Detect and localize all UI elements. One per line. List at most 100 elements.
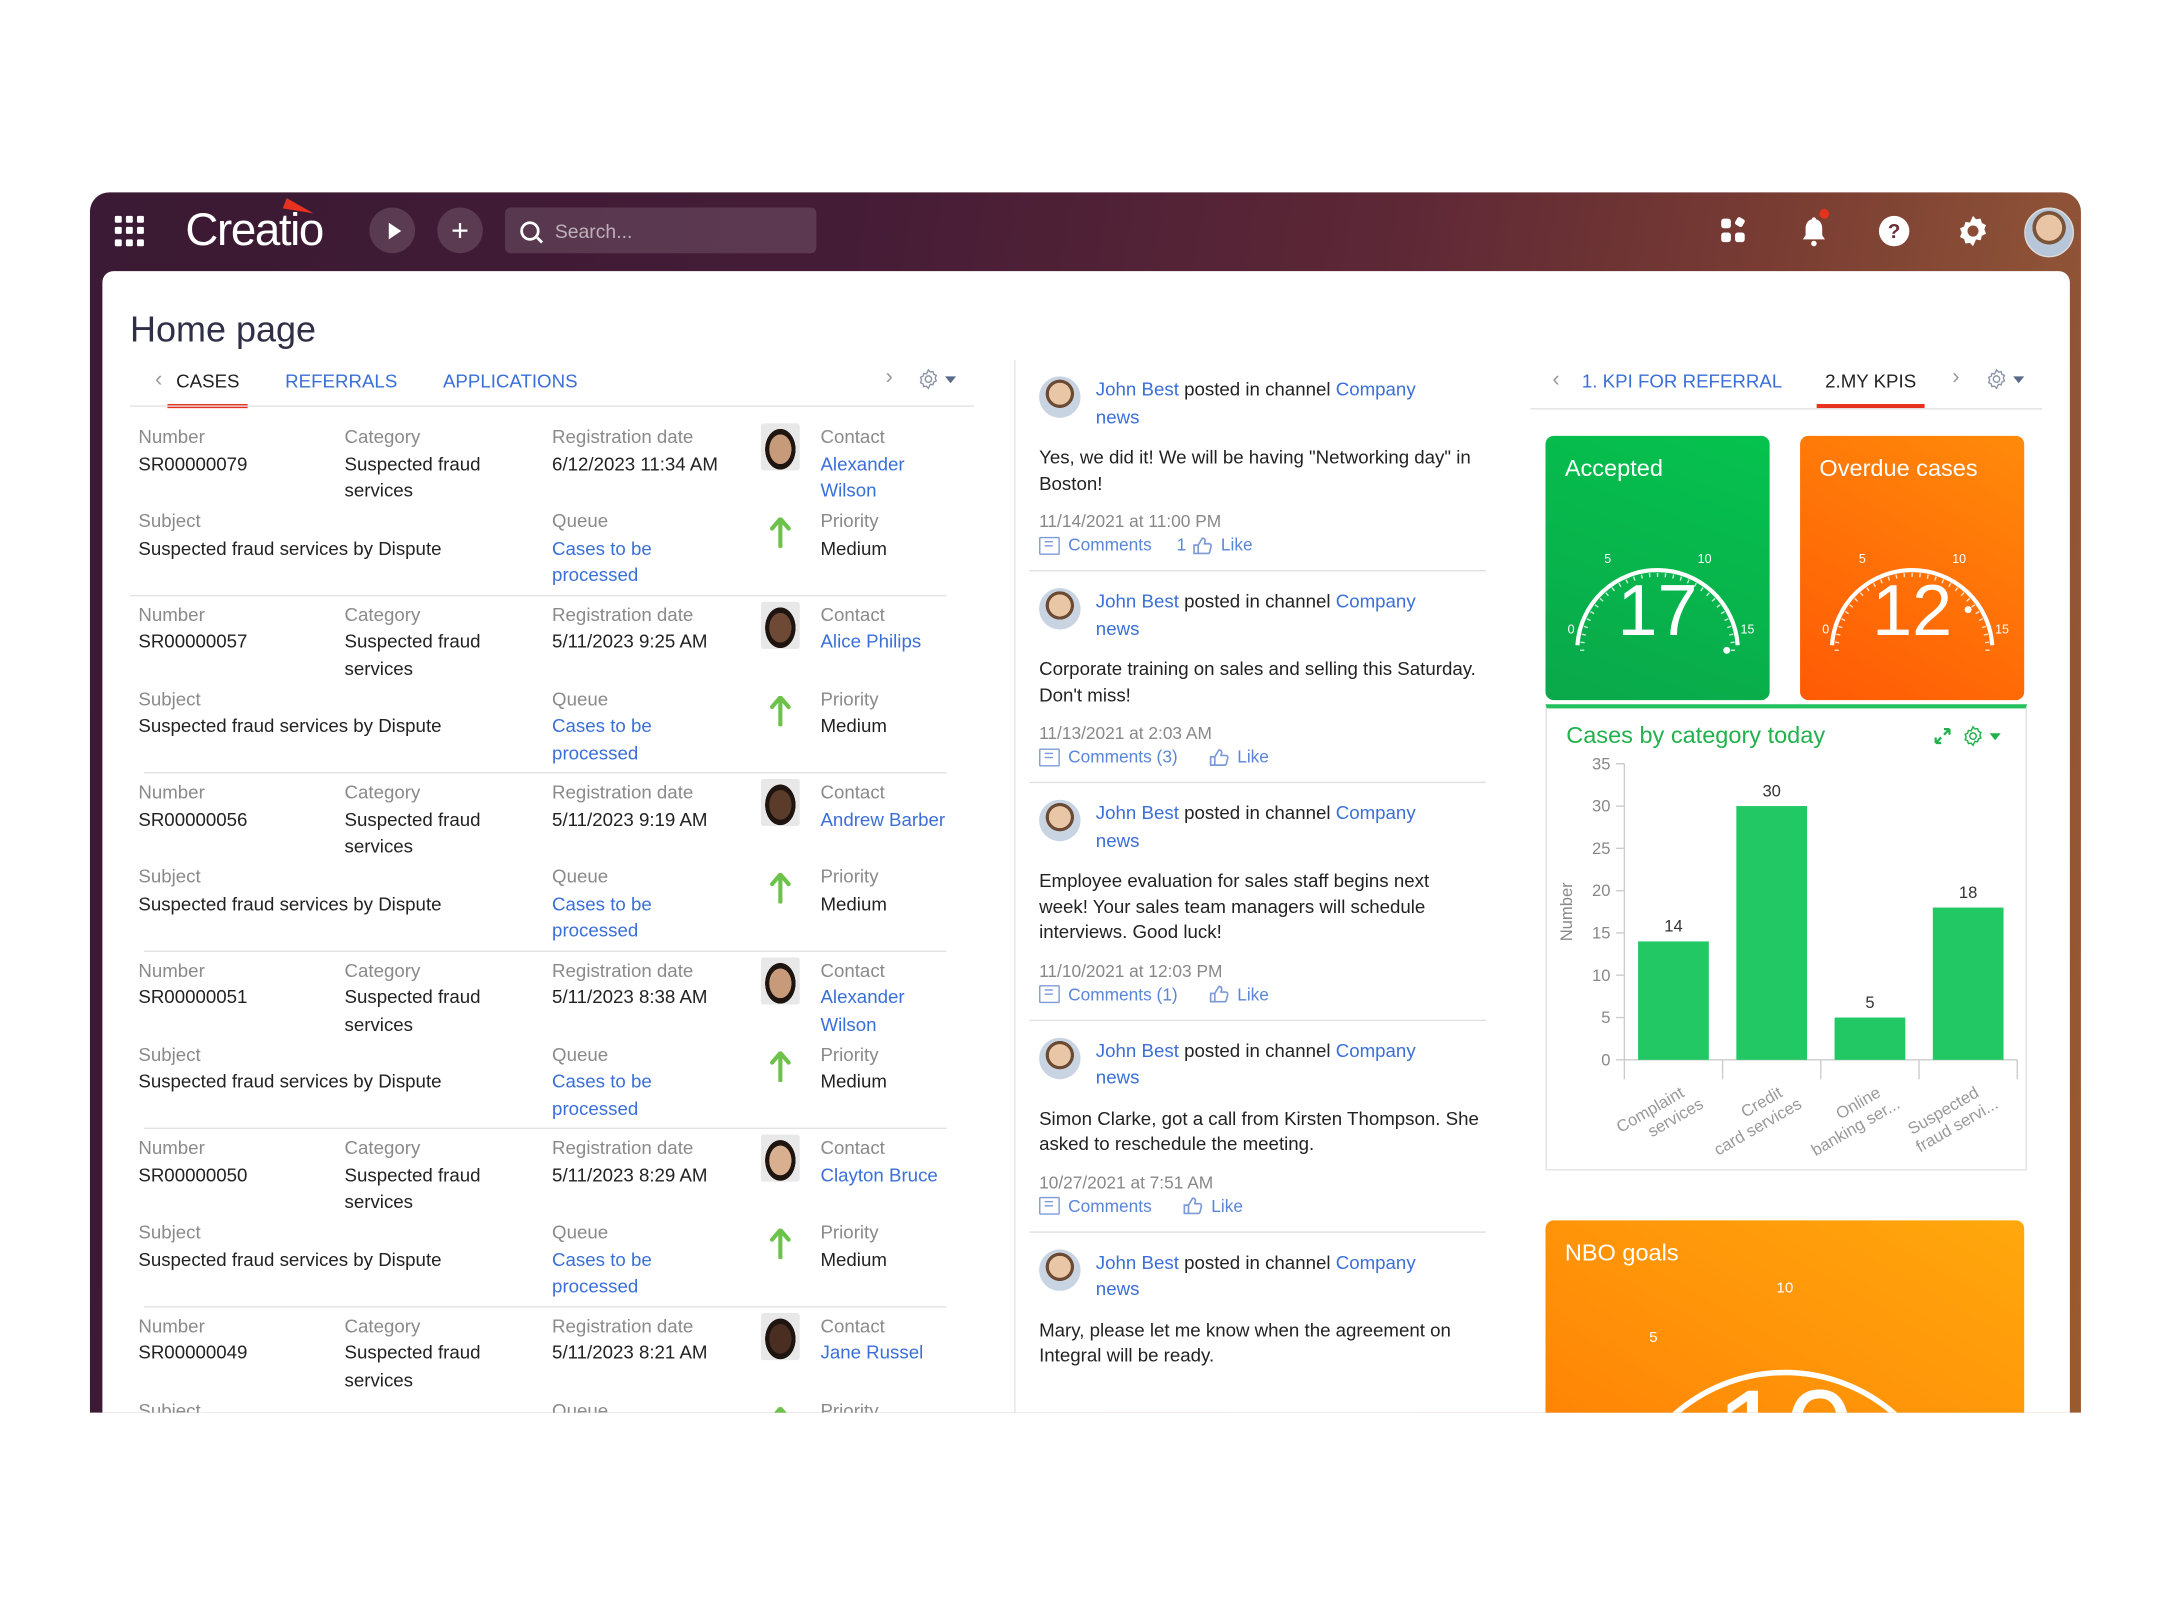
category-value: Suspected fraud services — [344, 986, 481, 1035]
queue-label: Queue — [552, 510, 609, 532]
author-avatar[interactable] — [1039, 588, 1081, 630]
user-avatar[interactable] — [2024, 207, 2075, 258]
author-link[interactable]: John Best — [1096, 1040, 1179, 1061]
tab-cases[interactable]: CASES — [167, 370, 248, 408]
author-link[interactable]: John Best — [1096, 379, 1179, 400]
registration-date-field: Registration date 5/11/2023 8:21 AM — [552, 1312, 760, 1366]
thumbs-up-icon — [1210, 985, 1229, 1003]
registration-date-value: 5/11/2023 8:21 AM — [552, 1342, 708, 1363]
contact-value[interactable]: Alice Philips — [820, 628, 958, 655]
like-button[interactable]: Like — [1203, 984, 1269, 1004]
case-row[interactable]: Number SR00000057 Category Suspected fraud … — [138, 596, 947, 774]
contact-value[interactable]: Alexander Wilson — [820, 984, 958, 1038]
widgets-button[interactable] — [1714, 212, 1753, 251]
tab-kpi-for-referral[interactable]: 1. KPI FOR REFERRAL — [1582, 370, 1782, 391]
apps-grid-icon[interactable] — [114, 215, 145, 246]
queue-value[interactable]: Cases to be processed — [552, 713, 663, 767]
post-timestamp: 11/13/2021 at 2:03 AM — [1039, 723, 1212, 743]
cases-settings-menu[interactable] — [917, 368, 957, 390]
gauge-tick — [1854, 597, 1859, 602]
number-field: Number SR00000051 — [138, 957, 332, 1011]
gauge-tick-label: 5 — [1649, 1329, 1657, 1346]
gauge-value: 17 — [1618, 571, 1698, 651]
case-row[interactable]: Number SR00000049 Category Suspected fraud … — [138, 1307, 946, 1413]
author-avatar[interactable] — [1039, 1248, 1081, 1291]
kpi-accepted[interactable]: Accepted 0 5 10 15 17 — [1545, 435, 1770, 701]
chevron-down-icon — [2013, 375, 2025, 383]
category-label: Category — [344, 426, 421, 447]
like-button[interactable]: Like — [1177, 1196, 1243, 1215]
contact-value[interactable]: Alexander Wilson — [820, 450, 958, 504]
gauge-tick — [1978, 618, 1984, 622]
gauge-value: 12 — [1872, 571, 1952, 651]
gauge-tick — [1975, 610, 1980, 615]
gauge-tick-label: 10 — [1776, 1279, 1793, 1296]
chart-title: Cases by category today — [1566, 722, 1826, 749]
author-avatar[interactable] — [1039, 376, 1081, 418]
kpi-settings-menu[interactable] — [1985, 368, 2025, 390]
gauge-tick — [1611, 587, 1616, 592]
comments-button[interactable]: Comments (1) — [1039, 984, 1178, 1004]
contact-value[interactable]: Andrew Barber — [820, 806, 958, 833]
number-value: SR00000049 — [138, 1342, 248, 1363]
settings-button[interactable] — [1954, 212, 1993, 251]
search-box[interactable] — [505, 207, 817, 254]
post-actions: Comments 1 Like — [1039, 535, 1486, 570]
gear-icon — [1960, 215, 1987, 247]
contact-value[interactable]: Clayton Bruce — [820, 1162, 958, 1189]
bar[interactable] — [1932, 907, 2004, 1060]
tabs-next-chevron-icon[interactable]: › — [886, 365, 893, 390]
comments-label: Comments — [1068, 1196, 1152, 1216]
kpi-title: NBO goals — [1564, 1239, 1679, 1266]
priority-label: Priority — [820, 1399, 879, 1413]
bar[interactable] — [1638, 941, 1709, 1060]
queue-value[interactable]: Cases to be processed — [552, 535, 663, 589]
add-button[interactable]: + — [437, 207, 483, 254]
bar[interactable] — [1736, 806, 1808, 1060]
kpi-tabs-next-chevron-icon[interactable]: › — [1952, 365, 1959, 390]
feed-post: John Best posted in channel Company news… — [1029, 360, 1486, 572]
search-icon — [520, 220, 540, 241]
queue-value[interactable]: Cases to be processed — [552, 1068, 663, 1122]
author-avatar[interactable] — [1039, 799, 1081, 842]
author-link[interactable]: John Best — [1096, 1251, 1179, 1272]
tab-applications[interactable]: APPLICATIONS — [443, 370, 578, 391]
notifications-button[interactable] — [1795, 208, 1834, 251]
kpi-overdue-cases[interactable]: Overdue cases 0 5 10 15 12 — [1800, 435, 2025, 701]
search-input[interactable] — [552, 217, 807, 243]
case-row[interactable]: Number SR00000051 Category Suspected fraud … — [138, 951, 947, 1130]
queue-value[interactable]: Cases to be processed — [552, 890, 663, 944]
kpi-tabs: ‹ 1. KPI FOR REFERRAL 2.MY KPIS — [1552, 368, 1961, 408]
priority-label: Priority — [820, 510, 879, 532]
gauge-tick — [1844, 610, 1849, 615]
like-button[interactable]: 1 Like — [1177, 535, 1253, 554]
tab-referrals[interactable]: REFERRALS — [285, 370, 397, 391]
case-row[interactable]: Number SR00000079 Category Suspected fraud … — [130, 418, 947, 596]
kpi-tabs-prev-chevron-icon[interactable]: ‹ — [1552, 368, 1559, 393]
comments-button[interactable]: Comments — [1039, 535, 1152, 555]
registration-date-label: Registration date — [552, 1137, 694, 1159]
author-avatar[interactable] — [1039, 1037, 1081, 1079]
queue-value[interactable]: Cases to be processed — [552, 1246, 663, 1300]
tabs-prev-chevron-icon[interactable]: ‹ — [155, 368, 162, 393]
post-header: John Best posted in channel Company news — [1096, 783, 1456, 854]
chart-settings-menu[interactable] — [1962, 725, 2001, 747]
contact-photo — [760, 1312, 800, 1360]
expand-icon[interactable] — [1932, 725, 1954, 747]
like-button[interactable]: Like — [1203, 747, 1269, 767]
bar[interactable] — [1834, 1017, 1906, 1060]
author-link[interactable]: John Best — [1096, 591, 1179, 612]
author-link[interactable]: John Best — [1096, 802, 1179, 823]
comments-button[interactable]: Comments — [1039, 1196, 1152, 1215]
case-row[interactable]: Number SR00000050 Category Suspected fraud … — [138, 1129, 947, 1307]
number-field: Number SR00000056 — [138, 779, 332, 833]
kpi-nbo-goals[interactable]: NBO goals 10 5 10 — [1545, 1220, 2025, 1413]
run-process-button[interactable] — [369, 207, 416, 254]
comments-button[interactable]: Comments (3) — [1039, 747, 1178, 767]
help-button[interactable]: ? — [1875, 212, 1914, 251]
case-row[interactable]: Number SR00000056 Category Suspected fraud … — [138, 773, 947, 952]
tab-my-kpis[interactable]: 2.MY KPIS — [1816, 370, 1925, 408]
contact-value[interactable]: Jane Russel — [820, 1339, 958, 1366]
post-timestamp: 11/10/2021 at 12:03 PM — [1039, 960, 1223, 981]
likes-count: 1 — [1176, 535, 1187, 555]
